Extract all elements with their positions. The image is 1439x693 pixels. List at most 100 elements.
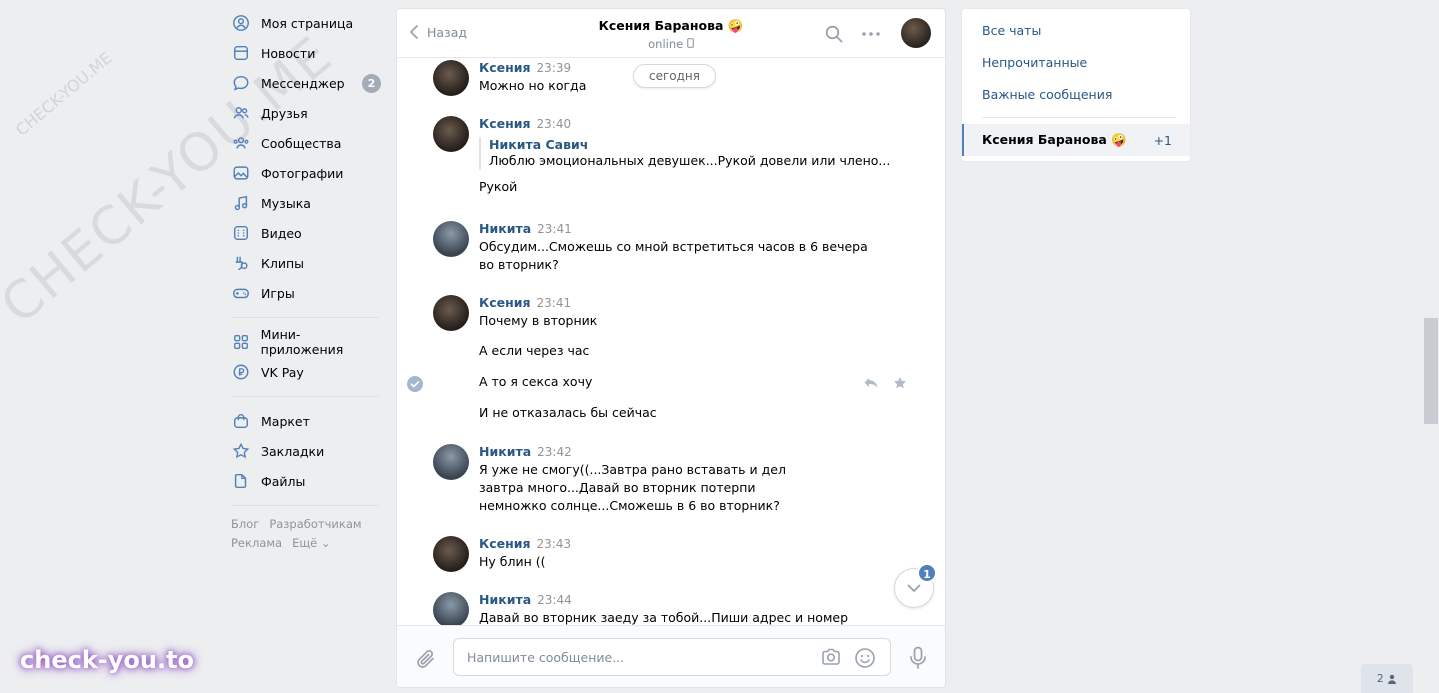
folders-divider bbox=[982, 117, 1176, 118]
microphone-icon[interactable] bbox=[909, 646, 927, 670]
market-icon bbox=[231, 411, 251, 431]
avatar[interactable] bbox=[433, 444, 469, 480]
message-author[interactable]: Никита bbox=[479, 592, 531, 607]
footer-link-developers[interactable]: Разработчикам bbox=[269, 517, 361, 531]
active-chat-entry[interactable]: Ксения Баранова 🤪 +1 bbox=[962, 124, 1190, 156]
reply-icon[interactable] bbox=[863, 376, 879, 390]
folder-all-chats[interactable]: Все чаты bbox=[962, 15, 1190, 47]
message-text: Рукой bbox=[479, 179, 518, 194]
message[interactable]: Никита 23:41 Обсудим...Сможешь со мной вс… bbox=[433, 221, 903, 274]
nav-item-messenger[interactable]: Мессенджер 2 bbox=[231, 68, 381, 98]
nav-label: Игры bbox=[261, 285, 295, 301]
photo-icon bbox=[231, 163, 251, 183]
message-author[interactable]: Никита bbox=[479, 221, 531, 236]
nav-item-games[interactable]: Игры bbox=[231, 278, 381, 308]
avatar[interactable] bbox=[433, 116, 469, 152]
more-icon[interactable] bbox=[861, 25, 881, 43]
message-author[interactable]: Ксения bbox=[479, 536, 531, 551]
nav-label: Сообщества bbox=[261, 135, 342, 151]
nav-label: Маркет bbox=[261, 413, 310, 429]
chat-header: Назад Ксения Баранова 🤪 online bbox=[397, 9, 945, 58]
message-time: 23:43 bbox=[536, 537, 572, 551]
message-text: Почему в вторник bbox=[479, 313, 598, 328]
nav-item-my-page[interactable]: Моя страница bbox=[231, 8, 381, 38]
nav-item-friends[interactable]: Друзья bbox=[231, 98, 381, 128]
avatar[interactable] bbox=[433, 221, 469, 257]
message[interactable]: Ксения 23:41 Почему в вторник bbox=[433, 295, 903, 331]
peer-avatar[interactable] bbox=[901, 18, 931, 48]
nav-divider bbox=[231, 317, 379, 318]
nav-item-mini-apps[interactable]: Мини-приложения bbox=[231, 327, 381, 357]
footer-link-more[interactable]: Ещё ⌄ bbox=[292, 536, 330, 550]
message[interactable]: Ксения 23:40 Никита Савич Люблю эмоционал… bbox=[433, 116, 903, 196]
emoji-icon[interactable] bbox=[854, 647, 876, 669]
message[interactable]: Никита 23:42 Я уже не смогу((...Завтра ра… bbox=[433, 444, 903, 515]
vkpay-icon bbox=[231, 362, 251, 382]
watermark-small: CHECK-YOU.ME bbox=[12, 48, 116, 140]
nav-item-clips[interactable]: Клипы bbox=[231, 248, 381, 278]
peer-status-text: online bbox=[648, 37, 684, 51]
quoted-message[interactable]: Никита Савич Люблю эмоциональных девушек… bbox=[479, 137, 903, 170]
message-time: 23:44 bbox=[537, 593, 572, 607]
nav-label: Моя страница bbox=[261, 15, 354, 31]
page-scrollbar[interactable] bbox=[1424, 318, 1438, 424]
online-friends-button[interactable]: 2 bbox=[1361, 664, 1413, 693]
avatar[interactable] bbox=[433, 60, 469, 96]
nav-item-news[interactable]: Новости bbox=[231, 38, 381, 68]
message-author[interactable]: Ксения bbox=[479, 295, 531, 310]
message-input[interactable] bbox=[454, 639, 794, 675]
nav-label: Видео bbox=[261, 225, 302, 241]
footer-link-blog[interactable]: Блог bbox=[231, 517, 259, 531]
nav-divider bbox=[231, 505, 379, 506]
chat-panel: Назад Ксения Баранова 🤪 online сегодня К… bbox=[396, 8, 946, 688]
folder-important[interactable]: Важные сообщения bbox=[962, 79, 1190, 111]
message-author[interactable]: Ксения bbox=[479, 116, 531, 131]
nav-label: Мессенджер bbox=[261, 75, 345, 91]
gamepad-icon bbox=[231, 283, 251, 303]
video-icon bbox=[231, 223, 251, 243]
watermark-logo: check-you.to bbox=[20, 646, 195, 674]
message-text: Давай во вторник заеду за тобой...Пиши а… bbox=[479, 610, 849, 625]
nav-item-groups[interactable]: Сообщества bbox=[231, 128, 381, 158]
folder-unread[interactable]: Непрочитанные bbox=[962, 47, 1190, 79]
avatar[interactable] bbox=[433, 536, 469, 572]
message-text[interactable]: И не отказалась бы сейчас bbox=[479, 405, 657, 420]
nav-item-files[interactable]: Файлы bbox=[231, 466, 381, 496]
footer-link-ads[interactable]: Реклама bbox=[231, 536, 282, 550]
message-text[interactable]: А если через час bbox=[479, 343, 589, 358]
left-nav: Моя страница Новости Мессенджер 2 Друзья… bbox=[231, 8, 381, 553]
avatar[interactable] bbox=[433, 295, 469, 331]
nav-item-market[interactable]: Маркет bbox=[231, 406, 381, 436]
nav-label: Закладки bbox=[261, 443, 325, 459]
bookmark-icon bbox=[231, 441, 251, 461]
camera-icon[interactable] bbox=[820, 647, 842, 667]
messenger-unread-badge: 2 bbox=[362, 74, 381, 93]
message-actions bbox=[863, 376, 907, 390]
groups-icon bbox=[231, 133, 251, 153]
nav-item-bookmarks[interactable]: Закладки bbox=[231, 436, 381, 466]
avatar[interactable] bbox=[433, 592, 469, 625]
message[interactable]: Ксения 23:43 Ну блин (( bbox=[433, 536, 903, 572]
star-icon[interactable] bbox=[893, 376, 907, 390]
message-author[interactable]: Никита bbox=[479, 444, 531, 459]
nav-item-vk-pay[interactable]: VK Pay bbox=[231, 357, 381, 387]
message-text: Можно но когда bbox=[479, 78, 587, 93]
clips-icon bbox=[231, 253, 251, 273]
search-icon[interactable] bbox=[825, 25, 843, 43]
paperclip-icon[interactable] bbox=[415, 648, 437, 670]
nav-label: Файлы bbox=[261, 473, 306, 489]
message-text: Я уже не смогу((...Завтра рано вставать … bbox=[479, 462, 786, 513]
nav-item-video[interactable]: Видео bbox=[231, 218, 381, 248]
nav-label: Друзья bbox=[261, 105, 308, 121]
mobile-icon bbox=[686, 38, 694, 48]
message[interactable]: Никита 23:44 Давай во вторник заеду за то… bbox=[433, 592, 903, 625]
message-text[interactable]: А то я секса хочу bbox=[479, 374, 592, 389]
quote-author: Никита Савич bbox=[489, 137, 589, 152]
news-icon bbox=[231, 43, 251, 63]
message-author[interactable]: Ксения bbox=[479, 60, 531, 75]
nav-item-photos[interactable]: Фотографии bbox=[231, 158, 381, 188]
message[interactable]: Ксения 23:39 Можно но когда bbox=[433, 60, 903, 96]
nav-item-music[interactable]: Музыка bbox=[231, 188, 381, 218]
selected-check-icon[interactable] bbox=[407, 376, 423, 392]
nav-label: Фотографии bbox=[261, 165, 344, 181]
